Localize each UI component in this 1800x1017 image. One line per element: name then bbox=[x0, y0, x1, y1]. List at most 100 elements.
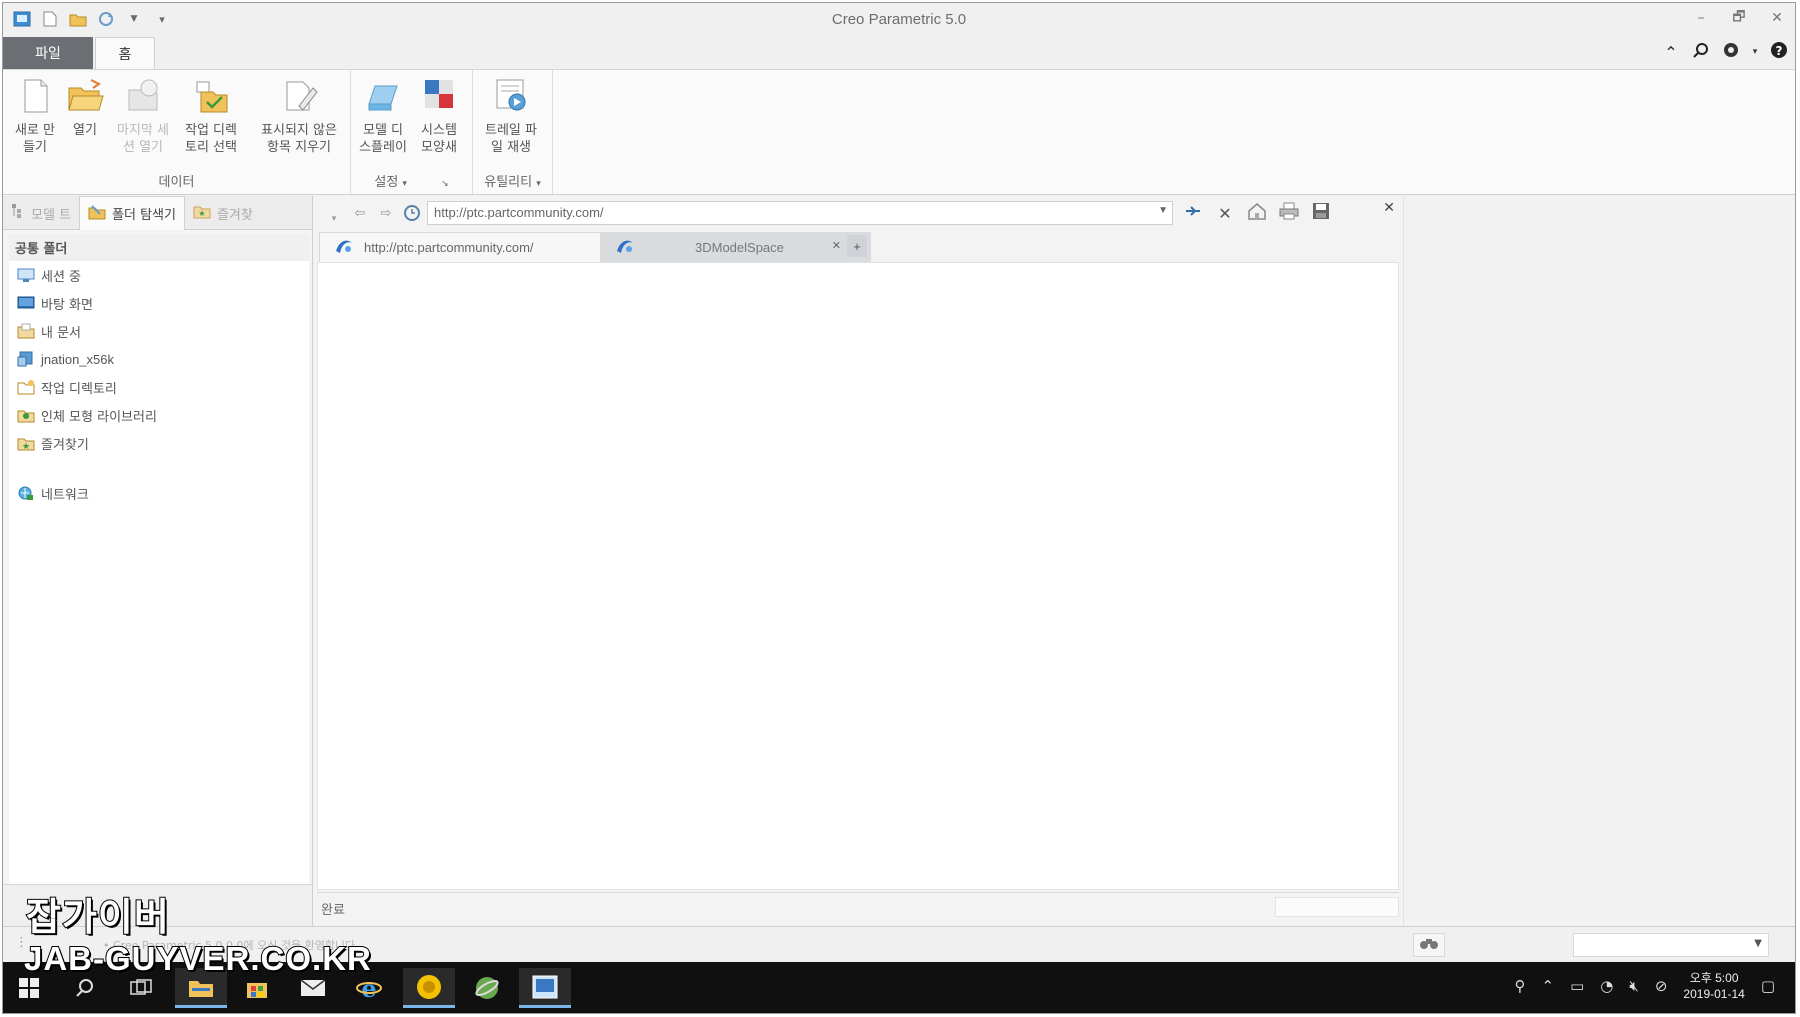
url-input[interactable]: http://ptc.partcommunity.com/ ▼ bbox=[427, 201, 1173, 225]
new-tab-button[interactable]: + bbox=[847, 235, 867, 257]
folder-item-favorites[interactable]: ★ 즐겨찾기 bbox=[9, 429, 309, 457]
app-window: ▼ ▾ Creo Parametric 5.0 – 🗗 ✕ 파일 홈 ⌃ ▾ ? bbox=[2, 2, 1796, 1014]
refresh-icon[interactable] bbox=[1181, 203, 1205, 223]
url-dropdown-icon[interactable]: ▼ bbox=[1158, 205, 1168, 216]
navigator-tabs: 모델 트 폴더 탐색기 ★ 즐겨찾 bbox=[3, 196, 312, 230]
creo-taskbar-icon[interactable] bbox=[461, 968, 513, 1008]
browser-tab-partcommunity[interactable]: http://ptc.partcommunity.com/ bbox=[319, 232, 601, 262]
select-working-dir-label-1: 작업 디렉 bbox=[185, 123, 237, 138]
help-icon[interactable]: ? bbox=[1769, 41, 1789, 63]
volume-muted-icon[interactable]: 🔇︎ bbox=[1629, 977, 1638, 995]
play-trail-file-button[interactable]: 트레일 파 일 재생 bbox=[481, 76, 541, 156]
battery-icon[interactable]: ▭ bbox=[1570, 977, 1584, 995]
forward-icon[interactable]: ⇨ bbox=[375, 202, 397, 224]
folder-browser-icon bbox=[88, 204, 106, 224]
settings-group-dropdown-icon: ▾ bbox=[402, 179, 407, 189]
folder-item-label: 즐겨찾기 bbox=[41, 437, 89, 453]
notifications-icon[interactable]: ▢ bbox=[1761, 977, 1775, 995]
find-button[interactable] bbox=[1413, 933, 1445, 957]
wifi-icon[interactable]: ◔ bbox=[1600, 977, 1613, 995]
ribbon-group-utilities-text: 유틸리티 bbox=[484, 175, 533, 190]
graphics-area[interactable] bbox=[1403, 196, 1795, 926]
tab-file[interactable]: 파일 bbox=[3, 37, 93, 69]
blocked-icon[interactable]: ⊘ bbox=[1655, 977, 1668, 995]
ribbon-group-settings: 모델 디 스플레이 시스템 모양새 설정 ▾ ↘ bbox=[351, 70, 473, 196]
documents-icon bbox=[17, 323, 35, 339]
collapse-arrow-icon[interactable]: ▾ bbox=[323, 202, 345, 224]
settings-dropdown-icon[interactable]: ▾ bbox=[1751, 47, 1759, 57]
selection-filter[interactable]: ▼ bbox=[1573, 933, 1769, 957]
browser-tab-3dmodelspace[interactable]: 3DModelSpace ✕ + bbox=[601, 232, 871, 262]
collapse-ribbon-icon[interactable]: ⌃ bbox=[1661, 43, 1681, 62]
taskbar-clock[interactable]: 오후 5:00 2019-01-14 bbox=[1683, 970, 1744, 1002]
select-working-dir-icon bbox=[191, 76, 231, 116]
browser-tab-label: 3DModelSpace bbox=[695, 239, 784, 255]
selection-filter-dropdown-icon[interactable]: ▼ bbox=[1754, 938, 1762, 949]
stop-icon[interactable]: ✕ bbox=[1213, 204, 1237, 223]
open-button[interactable]: 열기 bbox=[55, 76, 115, 139]
tray-chevron-icon[interactable]: ⌃ bbox=[1542, 977, 1555, 995]
ribbon-group-data-label: 데이터 bbox=[158, 175, 195, 190]
creo-parametric-taskbar-icon[interactable] bbox=[519, 968, 571, 1008]
close-browser-icon[interactable]: ✕ bbox=[1383, 200, 1395, 216]
model-display-button[interactable]: 모델 디 스플레이 bbox=[353, 76, 413, 156]
folder-item-network[interactable]: 네트워크 bbox=[9, 479, 309, 507]
folder-item-documents[interactable]: 내 문서 bbox=[9, 317, 309, 345]
settings-group-launcher-icon[interactable]: ↘ bbox=[441, 179, 449, 189]
system-appearance-label-2: 모양새 bbox=[421, 140, 457, 155]
history-icon[interactable] bbox=[401, 202, 423, 224]
ribbon-tabs: 파일 홈 ⌃ ▾ ? bbox=[3, 37, 1795, 70]
print-icon[interactable] bbox=[1277, 202, 1301, 224]
tab-home[interactable]: 홈 bbox=[95, 37, 155, 70]
people-icon[interactable]: ⚲ bbox=[1515, 977, 1526, 995]
erase-not-displayed-label-1: 표시되지 않은 bbox=[261, 123, 337, 138]
folder-item-in-session[interactable]: 세션 중 bbox=[9, 261, 309, 289]
desktop-icon bbox=[17, 295, 35, 311]
ribbon-group-settings-label[interactable]: 설정 ▾ ↘ bbox=[351, 171, 472, 190]
system-tray: ⚲ ⌃ ▭ ◔ 🔇︎ ⊘ 오후 5:00 2019-01-14 ▢ bbox=[1515, 970, 1775, 1002]
browser-tab-label: http://ptc.partcommunity.com/ bbox=[364, 240, 534, 255]
clock-time: 오후 5:00 bbox=[1689, 971, 1739, 985]
navigator-panel: 모델 트 폴더 탐색기 ★ 즐겨찾 공통 폴더 세션 중 바탕 화면 내 문서 … bbox=[3, 196, 313, 926]
close-tab-icon[interactable]: ✕ bbox=[832, 239, 841, 252]
browser-content-area[interactable] bbox=[317, 262, 1399, 890]
home-icon[interactable] bbox=[1245, 202, 1269, 224]
folder-item-label: 작업 디렉토리 bbox=[41, 381, 117, 397]
open-last-session-button[interactable]: 마지막 세 션 열기 bbox=[113, 76, 173, 156]
app-title: Creo Parametric 5.0 bbox=[831, 11, 967, 28]
folder-item-working-directory[interactable]: 작업 디렉토리 bbox=[9, 373, 309, 401]
back-icon[interactable]: ⇦ bbox=[349, 202, 371, 224]
folder-item-desktop[interactable]: 바탕 화면 bbox=[9, 289, 309, 317]
app-yellow-icon[interactable] bbox=[403, 968, 455, 1008]
save-icon[interactable] bbox=[1309, 202, 1333, 224]
folder-item-manikin-library[interactable]: 인체 모형 라이브러리 bbox=[9, 401, 309, 429]
system-appearance-button[interactable]: 시스템 모양새 bbox=[409, 76, 469, 156]
url-text: http://ptc.partcommunity.com/ bbox=[434, 205, 604, 220]
in-session-icon bbox=[17, 267, 35, 283]
tab-favorites[interactable]: ★ 즐겨찾 bbox=[185, 196, 261, 230]
model-display-icon bbox=[363, 76, 403, 116]
play-trail-file-label-1: 트레일 파 bbox=[485, 123, 537, 138]
window-controls: – 🗗 ✕ bbox=[1691, 7, 1787, 29]
select-working-dir-button[interactable]: 작업 디렉 토리 선택 bbox=[181, 76, 241, 156]
search-icon[interactable] bbox=[1691, 42, 1711, 62]
erase-not-displayed-icon bbox=[279, 76, 319, 116]
erase-not-displayed-button[interactable]: 표시되지 않은 항목 지우기 bbox=[253, 76, 345, 156]
network-icon bbox=[17, 485, 35, 501]
tab-model-tree[interactable]: 모델 트 bbox=[3, 196, 79, 230]
folder-item-label: 네트워크 bbox=[41, 487, 89, 503]
folder-item-label: jnation_x56k bbox=[41, 351, 114, 367]
settings-icon[interactable] bbox=[1721, 41, 1741, 63]
open-last-session-label-2: 션 열기 bbox=[122, 140, 163, 155]
tab-folder-browser[interactable]: 폴더 탐색기 bbox=[79, 196, 185, 230]
minimize-button[interactable]: – bbox=[1691, 7, 1711, 29]
model-tree-icon bbox=[11, 203, 25, 223]
partcommunity-icon bbox=[615, 237, 635, 258]
restore-button[interactable]: 🗗 bbox=[1729, 7, 1749, 29]
model-display-label-2: 스플레이 bbox=[359, 140, 407, 155]
ribbon: 새로 만 들기 열기 마지막 세 션 열기 작업 디렉 토리 선택 표시되지 않… bbox=[3, 69, 1795, 196]
close-button[interactable]: ✕ bbox=[1767, 7, 1787, 29]
ribbon-group-utilities-label[interactable]: 유틸리티 ▾ bbox=[473, 171, 552, 190]
folder-item-user[interactable]: jnation_x56k bbox=[9, 345, 309, 373]
